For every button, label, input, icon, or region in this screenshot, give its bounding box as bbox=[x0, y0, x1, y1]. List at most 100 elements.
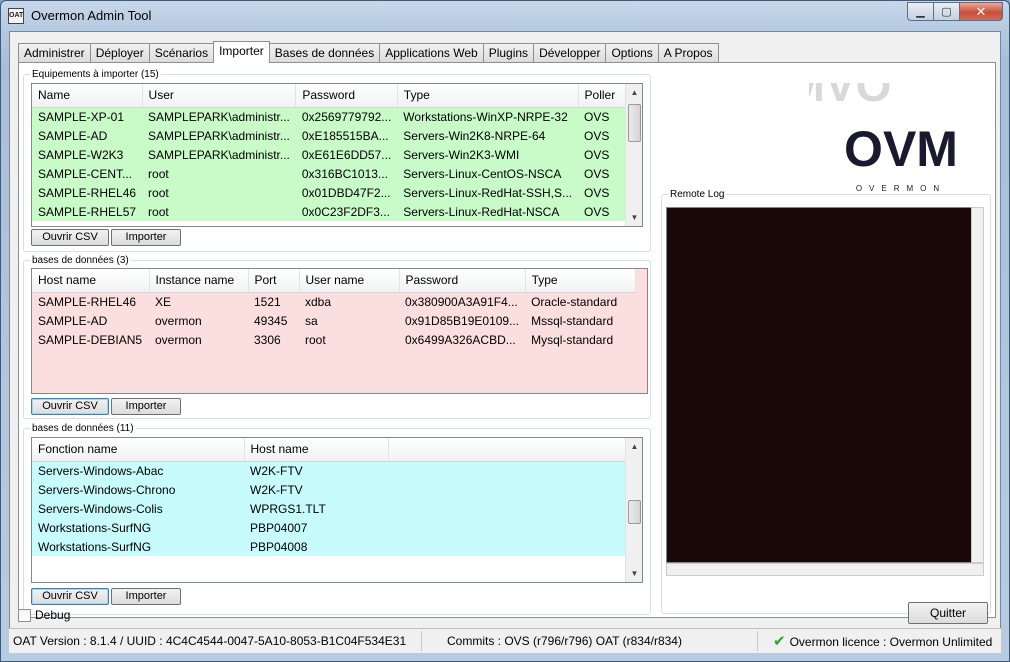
tab-bases-de-donnees[interactable]: Bases de données bbox=[268, 43, 381, 62]
table-row[interactable]: Workstations-SurfNG PBP04008 bbox=[32, 537, 627, 556]
cell: 0x316BC1013... bbox=[295, 164, 398, 183]
tab-plugins[interactable]: Plugins bbox=[482, 43, 535, 62]
cell: xdba bbox=[299, 292, 399, 311]
debug-checkbox[interactable] bbox=[18, 608, 31, 622]
tab-applications-web[interactable]: Applications Web bbox=[379, 43, 484, 62]
col-header-port[interactable]: Port bbox=[248, 269, 300, 293]
cell: SAMPLE-RHEL46 bbox=[32, 183, 143, 202]
debug-checkbox-row[interactable]: Debug bbox=[18, 608, 70, 622]
equipements-legend: Equipements à importer (15) bbox=[32, 69, 159, 80]
cell: Servers-Windows-Colis bbox=[32, 499, 244, 518]
cell: W2K-FTV bbox=[244, 461, 388, 480]
databases-legend: bases de données (3) bbox=[32, 255, 129, 266]
col-header-instance-name[interactable]: Instance name bbox=[149, 269, 249, 293]
cell: Servers-Windows-Abac bbox=[32, 461, 244, 480]
functions-grid[interactable]: Fonction name Host name Servers-Windows-… bbox=[31, 437, 643, 583]
tab-importer[interactable]: Importer bbox=[213, 41, 270, 63]
table-row[interactable]: SAMPLE-RHEL57 root 0x0C23F2DF3... Servers-L… bbox=[32, 202, 642, 221]
remote-log-textarea[interactable] bbox=[666, 207, 984, 563]
cell: PBP04008 bbox=[244, 537, 388, 556]
cell: 0x2569779792... bbox=[295, 107, 398, 126]
scroll-up-icon[interactable]: ▲ bbox=[626, 84, 642, 101]
scroll-down-icon[interactable]: ▼ bbox=[626, 209, 642, 226]
col-header-type[interactable]: Type bbox=[397, 84, 579, 108]
functions-scrollbar[interactable]: ▲ ▼ bbox=[625, 438, 642, 582]
col-header-user[interactable]: User bbox=[142, 84, 297, 108]
remote-log-vscrollbar[interactable] bbox=[971, 207, 984, 563]
maximize-button[interactable]: ▢ bbox=[933, 2, 959, 21]
col-header-password[interactable]: Password bbox=[295, 84, 398, 108]
importer-tab-page: Equipements à importer (15) Name User Pa… bbox=[18, 62, 996, 618]
col-header-password[interactable]: Password bbox=[399, 269, 526, 293]
table-row[interactable]: Workstations-SurfNG PBP04007 bbox=[32, 518, 627, 537]
cell: sa bbox=[299, 311, 399, 330]
debug-label: Debug bbox=[35, 608, 71, 622]
table-row[interactable]: Servers-Windows-Chrono W2K-FTV bbox=[32, 480, 627, 499]
col-header-filler bbox=[388, 438, 628, 462]
functions-open-csv-button[interactable]: Ouvrir CSV bbox=[31, 588, 109, 605]
cell: 0xE185515BA... bbox=[295, 126, 398, 145]
equipements-scrollbar[interactable]: ▲ ▼ bbox=[625, 84, 642, 226]
window-controls: ▁ ▢ ✕ bbox=[907, 2, 1003, 21]
tab-a-propos[interactable]: A Propos bbox=[657, 43, 719, 62]
functions-header-row: Fonction name Host name bbox=[32, 438, 628, 462]
databases-import-button[interactable]: Importer bbox=[111, 398, 181, 415]
cell bbox=[388, 537, 627, 556]
equipements-import-button[interactable]: Importer bbox=[111, 229, 181, 246]
databases-open-csv-button[interactable]: Ouvrir CSV bbox=[31, 398, 109, 415]
status-separator bbox=[421, 631, 422, 651]
equipements-open-csv-button[interactable]: Ouvrir CSV bbox=[31, 229, 109, 246]
title-bar: OAT Overmon Admin Tool ▁ ▢ ✕ bbox=[1, 1, 1009, 31]
functions-legend: bases de données (11) bbox=[32, 423, 134, 434]
cell bbox=[388, 499, 627, 518]
equipements-grid[interactable]: Name User Password Type Poller SAMPLE-XP… bbox=[31, 83, 643, 227]
col-header-name[interactable]: Name bbox=[32, 84, 143, 108]
table-row[interactable]: SAMPLE-W2K3 SAMPLEPARK\administr... 0xE61E… bbox=[32, 145, 642, 164]
equipements-header-row: Name User Password Type Poller bbox=[32, 84, 642, 108]
quit-button[interactable]: Quitter bbox=[908, 602, 988, 624]
col-header-host-name[interactable]: Host name bbox=[244, 438, 389, 462]
tab-options[interactable]: Options bbox=[605, 43, 659, 62]
cell: SAMPLEPARK\administr... bbox=[142, 145, 296, 164]
table-row[interactable]: SAMPLE-RHEL46 XE 1521 xdba 0x380900A3A91F4..… bbox=[32, 292, 636, 311]
col-header-user-name[interactable]: User name bbox=[299, 269, 400, 293]
functions-import-button[interactable]: Importer bbox=[111, 588, 181, 605]
col-header-host-name[interactable]: Host name bbox=[32, 269, 150, 293]
scroll-thumb[interactable] bbox=[628, 104, 641, 142]
remote-log-hscrollbar[interactable] bbox=[666, 563, 984, 576]
table-row[interactable]: SAMPLE-DEBIAN5 overmon 3306 root 0x6499A326A… bbox=[32, 330, 636, 349]
col-header-fonction-name[interactable]: Fonction name bbox=[32, 438, 245, 462]
cell bbox=[388, 461, 627, 480]
tab-deployer[interactable]: Déployer bbox=[89, 43, 150, 62]
cell: root bbox=[142, 202, 296, 221]
tab-scenarios[interactable]: Scénarios bbox=[148, 43, 215, 62]
minimize-button[interactable]: ▁ bbox=[907, 2, 933, 21]
col-header-type[interactable]: Type bbox=[525, 269, 636, 293]
tab-developper[interactable]: Développer bbox=[533, 43, 607, 62]
table-row[interactable]: SAMPLE-RHEL46 root 0x01DBD47F2... Servers-L… bbox=[32, 183, 642, 202]
cell: Servers-Linux-RedHat-NSCA bbox=[397, 202, 579, 221]
cell bbox=[388, 480, 627, 499]
cell: 0xE61E6DD57... bbox=[295, 145, 398, 164]
cell: Workstations-SurfNG bbox=[32, 518, 244, 537]
table-row[interactable]: SAMPLE-XP-01 SAMPLEPARK\administr... 0x256… bbox=[32, 107, 642, 126]
databases-table: Host name Instance name Port User name P… bbox=[32, 269, 636, 349]
table-row[interactable]: SAMPLE-AD SAMPLEPARK\administr... 0xE18551… bbox=[32, 126, 642, 145]
cell: overmon bbox=[149, 330, 248, 349]
table-row[interactable]: SAMPLE-AD overmon 49345 sa 0x91D85B19E0109..… bbox=[32, 311, 636, 330]
databases-grid[interactable]: Host name Instance name Port User name P… bbox=[31, 268, 648, 394]
close-icon: ✕ bbox=[975, 3, 987, 19]
cell: SAMPLE-RHEL46 bbox=[32, 292, 149, 311]
table-row[interactable]: Servers-Windows-Colis WPRGS1.TLT bbox=[32, 499, 627, 518]
tab-administrer[interactable]: Administrer bbox=[18, 43, 91, 62]
table-row[interactable]: SAMPLE-CENT... root 0x316BC1013... Servers-… bbox=[32, 164, 642, 183]
cell: Servers-Win2K8-NRPE-64 bbox=[397, 126, 579, 145]
table-row[interactable]: Servers-Windows-Abac W2K-FTV bbox=[32, 461, 627, 480]
cell: root bbox=[142, 164, 296, 183]
close-button[interactable]: ✕ bbox=[959, 2, 1003, 21]
cell: 0x6499A326ACBD... bbox=[399, 330, 526, 349]
cell: Mysql-standard bbox=[525, 330, 636, 349]
scroll-thumb[interactable] bbox=[628, 500, 641, 524]
scroll-down-icon[interactable]: ▼ bbox=[626, 565, 642, 582]
scroll-up-icon[interactable]: ▲ bbox=[626, 438, 642, 455]
